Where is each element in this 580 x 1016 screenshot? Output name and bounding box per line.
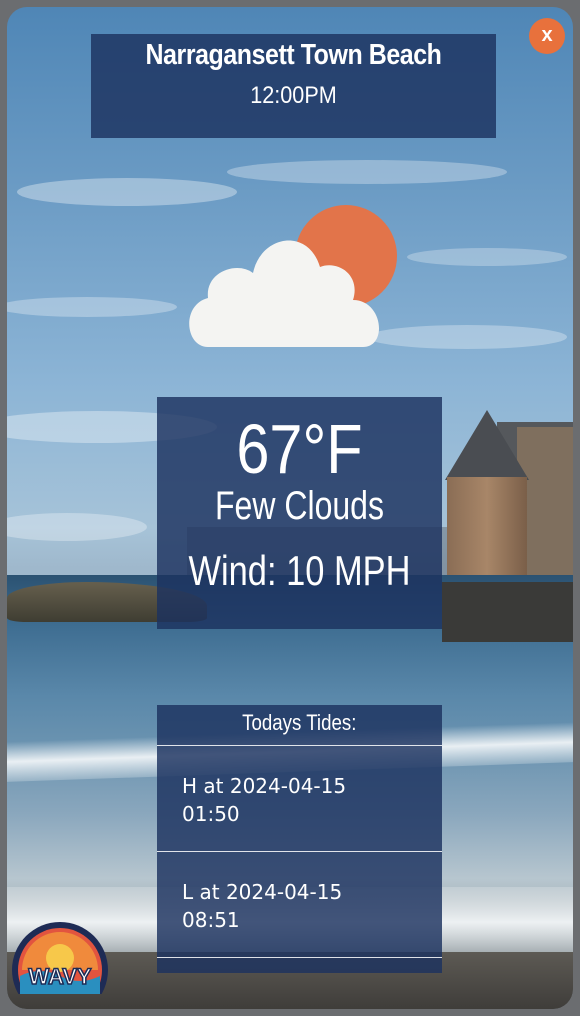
tide-type-date: H at 2024-04-15 [182, 774, 347, 798]
location-header: Narragansett Town Beach 12:00PM [91, 34, 496, 138]
wind-speed: Wind: 10 MPH [188, 547, 411, 594]
tides-panel: Todays Tides: H at 2024-04-15 01:50 L at… [157, 705, 442, 973]
temperature: 67°F [236, 410, 363, 488]
condition: Few Clouds [215, 484, 384, 528]
tides-heading-label: Todays Tides: [242, 710, 357, 735]
tide-time: 08:51 [182, 908, 240, 932]
partly-cloudy-icon [189, 205, 397, 347]
seawall [442, 582, 573, 642]
logo-text: WAVY [28, 964, 91, 989]
location-name: Narragansett Town Beach [145, 39, 442, 71]
tide-entry: H at 2024-04-15 01:50 [157, 746, 442, 852]
tide-time: 01:50 [182, 802, 240, 826]
close-button[interactable]: x [529, 18, 565, 54]
app-frame: x Narragansett Town Beach 12:00PM 67°F F… [0, 0, 580, 1016]
wavy-logo[interactable]: WAVY [8, 918, 112, 994]
tides-heading: Todays Tides: [157, 705, 442, 746]
conditions-panel: 67°F Few Clouds Wind: 10 MPH [157, 397, 442, 629]
tower [447, 477, 527, 577]
forecast-time: 12:00PM [250, 82, 337, 109]
tide-type-date: L at 2024-04-15 [182, 880, 343, 904]
tower-roof [445, 410, 529, 480]
tide-entry: L at 2024-04-15 08:51 [157, 852, 442, 958]
